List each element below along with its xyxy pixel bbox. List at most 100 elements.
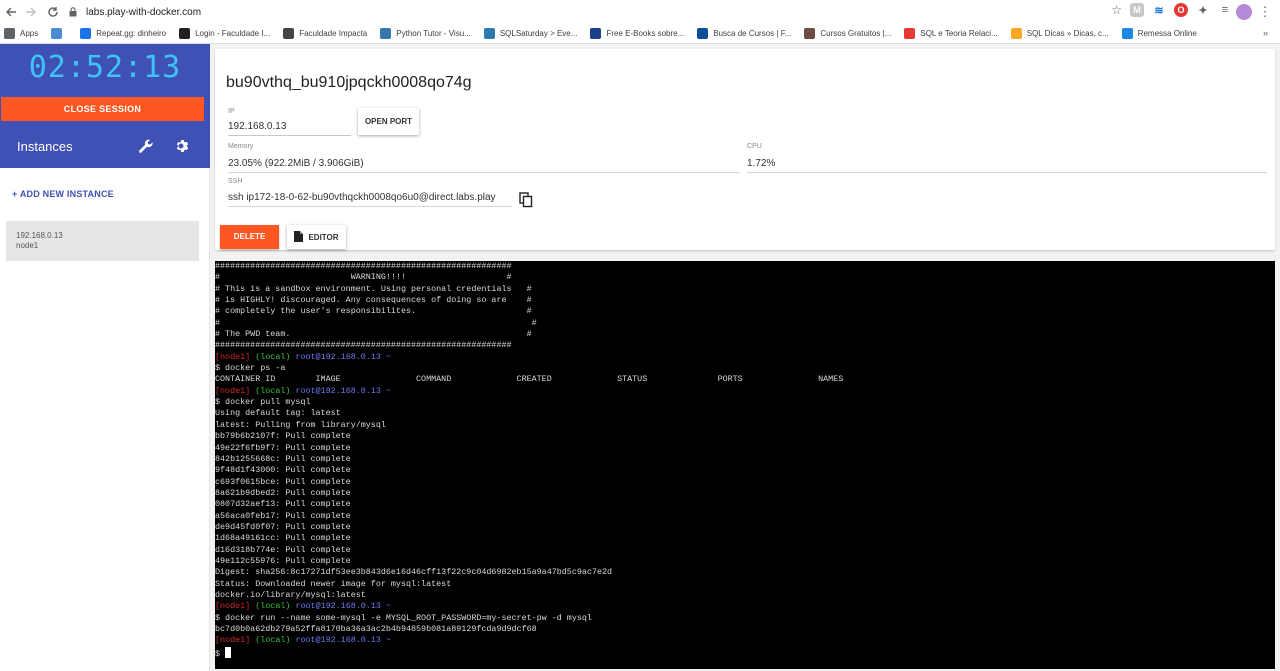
terminal-banner-line: ########################################… <box>215 261 512 271</box>
bookmark-item[interactable]: Cursos Gratuitos |... <box>804 28 891 39</box>
bookmark-label: Python Tutor - Visu... <box>396 29 471 38</box>
extensions-area: ☆ M ≋ O ✦ ≡ <box>1111 3 1232 17</box>
bookmark-item[interactable]: Login - Faculdade I... <box>179 28 270 39</box>
bookmark-label: Repeat.gg: dinheiro <box>96 29 167 38</box>
star-icon[interactable]: ☆ <box>1111 3 1122 17</box>
bookmark-label: SQLSaturday > Eve... <box>499 29 578 38</box>
terminal-output-line: 1d68a49161cc: Pull complete <box>215 533 351 544</box>
bookmark-item[interactable]: Remessa Online <box>1121 28 1197 39</box>
terminal-output-line: 49e22f6fb9f7: Pull complete <box>215 442 351 453</box>
url-text: labs.play-with-docker.com <box>86 6 202 18</box>
bookmarks-bar: Apps Repeat.gg: dinheiro Login - Faculdade… <box>0 24 1280 44</box>
sidebar: 02:52:13 CLOSE SESSION Instances + ADD N… <box>0 44 210 671</box>
terminal-command: $ docker run --name some-mysql -e MYSQL_… <box>215 612 592 623</box>
terminal-output-line: 49e112c55976: Pull complete <box>215 555 351 566</box>
terminal-output: ########################################… <box>215 261 1275 660</box>
terminal[interactable]: ########################################… <box>215 261 1275 669</box>
bookmark-favicon-icon <box>590 28 602 39</box>
bookmark-label: Free E-Books sobre... <box>606 29 685 38</box>
terminal-banner-line: # # <box>215 317 537 328</box>
bookmark-label: Cursos Gratuitos |... <box>820 29 892 38</box>
lock-icon <box>66 5 80 19</box>
bookmark-item[interactable]: Free E-Books sobre... <box>590 28 684 39</box>
back-icon[interactable] <box>0 1 22 23</box>
instance-details-card: bu90vthq_bu910jpqckh0008qo74g IP 192.168… <box>215 49 1275 250</box>
address-bar[interactable]: labs.play-with-docker.com <box>66 2 1122 22</box>
terminal-input-line[interactable]: $ <box>215 646 1275 660</box>
terminal-output-line: Using default tag: latest <box>215 408 341 419</box>
copy-icon[interactable] <box>519 192 533 208</box>
apps-bookmark[interactable]: Apps <box>4 28 38 39</box>
puzzle-extension-icon[interactable]: ✦ <box>1196 3 1210 17</box>
browser-toolbar: labs.play-with-docker.com ☆ M ≋ O ✦ ≡ ⋮ <box>0 0 1280 24</box>
bookmark-item[interactable]: SQL e Teoria Relaci... <box>904 28 998 39</box>
terminal-output-line: 0807d32aef13: Pull complete <box>215 499 351 510</box>
close-session-button[interactable]: CLOSE SESSION <box>1 97 204 121</box>
bookmark-favicon-icon <box>380 28 392 39</box>
ssh-command[interactable]: ssh ip172-18-0-62-bu90vthqckh0008qo6u0@d… <box>228 192 496 203</box>
bookmark-label: Login - Faculdade I... <box>195 29 271 38</box>
bookmark-favicon-icon <box>483 28 495 39</box>
ip-field: 192.168.0.13 <box>228 117 351 136</box>
terminal-prompt: [node1] (local) root@192.168.0.13 ~ <box>215 635 391 646</box>
terminal-command: $ docker pull mysql <box>215 397 311 408</box>
open-port-button[interactable]: OPEN PORT <box>358 108 419 135</box>
main-panel: bu90vthq_bu910jpqckh0008qo74g IP 192.168… <box>210 44 1280 671</box>
memory-divider <box>228 172 740 173</box>
sidebar-header: 02:52:13 CLOSE SESSION Instances <box>0 44 210 168</box>
terminal-output-line: CONTAINER ID IMAGE COMMAND CREATED STATU… <box>215 374 844 385</box>
gear-icon[interactable] <box>173 138 189 154</box>
bookmark-item[interactable]: Repeat.gg: dinheiro <box>80 28 166 39</box>
bookmark-label: Faculdade Impacta <box>299 29 368 38</box>
editor-label: EDITOR <box>308 232 339 242</box>
bookmark-item[interactable]: SQLSaturday > Eve... <box>483 28 578 39</box>
bookmark-label: Busca de Cursos | F... <box>713 29 792 38</box>
add-new-instance-button[interactable]: + ADD NEW INSTANCE <box>12 189 114 199</box>
profile-avatar[interactable] <box>1236 4 1252 20</box>
terminal-output-line: d16d318b774e: Pull complete <box>215 544 351 555</box>
instance-name: node1 <box>16 241 39 250</box>
cpu-label: CPU <box>747 143 762 150</box>
bookmark-label: SQL e Teoria Relaci... <box>920 29 998 38</box>
opera-extension-icon[interactable]: O <box>1174 3 1188 17</box>
file-icon <box>294 230 304 244</box>
forward-icon[interactable] <box>20 1 42 23</box>
editor-button[interactable]: EDITOR <box>287 225 346 249</box>
terminal-banner-line: # is HIGHLY! discouraged. Any consequenc… <box>215 295 532 306</box>
terminal-output-line: docker.io/library/mysql:latest <box>215 589 366 600</box>
more-bookmarks-icon[interactable]: » <box>1263 28 1268 38</box>
terminal-banner-line: # This is a sandbox environment. Using p… <box>215 283 532 294</box>
bookmark-favicon-icon <box>179 28 191 39</box>
bookmark-favicon-icon <box>697 28 709 39</box>
terminal-command: $ docker ps -a <box>215 363 286 374</box>
wrench-icon[interactable] <box>138 138 154 154</box>
bookmark-item[interactable]: Busca de Cursos | F... <box>697 28 791 39</box>
bookmark-favicon-icon <box>80 28 92 39</box>
chrome-menu-icon[interactable]: ⋮ <box>1258 4 1272 20</box>
terminal-output-line: 842b1255668c: Pull complete <box>215 453 351 464</box>
memory-label: Memory <box>228 143 254 150</box>
bookmark-label: Remessa Online <box>1137 29 1197 38</box>
session-timer: 02:52:13 <box>28 50 182 85</box>
reload-icon[interactable] <box>42 1 64 23</box>
terminal-output-line: Status: Downloaded newer image for mysql… <box>215 578 452 589</box>
terminal-banner-line: # completely the user's responsibilites.… <box>215 306 532 317</box>
terminal-output-line: a56aca0feb17: Pull complete <box>215 510 351 521</box>
instance-list-item[interactable]: 192.168.0.13 node1 <box>6 221 199 261</box>
terminal-output-line: Digest: sha256:8c17271df53ee3b843d6e16d4… <box>215 567 613 578</box>
instance-ip: 192.168.0.13 <box>16 231 63 240</box>
bookmark-item[interactable]: Faculdade Impacta <box>283 28 367 39</box>
bookmark-favicon-icon <box>283 28 295 39</box>
ssh-divider <box>228 206 512 207</box>
playlist-icon[interactable]: ≡ <box>1218 3 1232 17</box>
bookmark-item[interactable]: Python Tutor - Visu... <box>380 28 471 39</box>
cpu-divider <box>747 172 1267 173</box>
terminal-prompt: [node1] (local) root@192.168.0.13 ~ <box>215 385 391 396</box>
terminal-prompt: [node1] (local) root@192.168.0.13 ~ <box>215 601 391 612</box>
memory-value: 23.05% (922.2MiB / 3.906GiB) <box>228 158 364 169</box>
wave-extension-icon[interactable]: ≋ <box>1152 3 1166 17</box>
gmail-extension-icon[interactable]: M <box>1130 3 1144 17</box>
bookmark-item[interactable] <box>51 28 67 39</box>
delete-instance-button[interactable]: DELETE <box>220 225 279 249</box>
bookmark-item[interactable]: SQL Dicas » Dicas, c... <box>1010 28 1109 39</box>
